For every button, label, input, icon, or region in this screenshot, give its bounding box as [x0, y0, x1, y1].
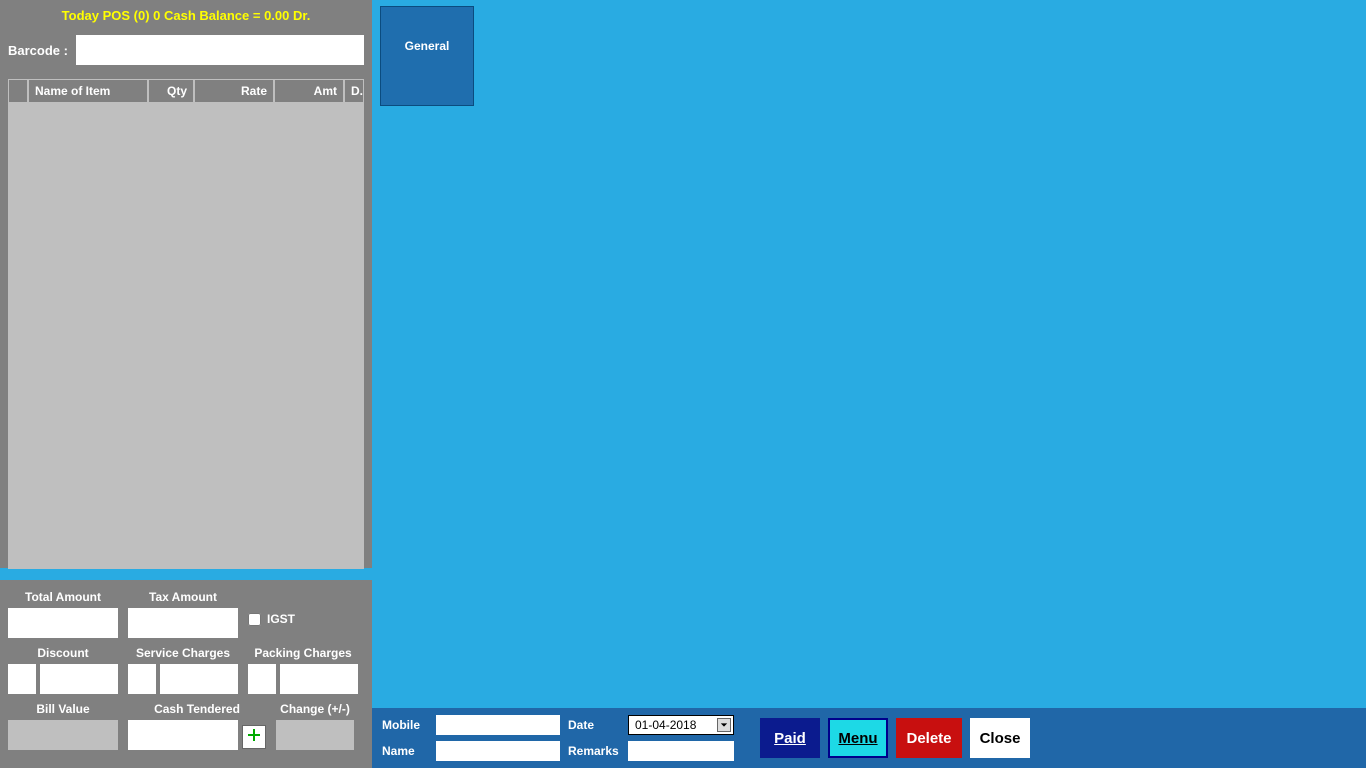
mobile-label: Mobile [382, 718, 430, 732]
cash-tendered-input[interactable] [128, 720, 238, 750]
items-table-body[interactable] [8, 103, 364, 569]
discount-pct-input[interactable] [8, 664, 36, 694]
mobile-input[interactable] [436, 715, 560, 735]
customer-form-1: Mobile Name [382, 715, 560, 761]
barcode-label: Barcode : [8, 43, 68, 58]
barcode-input[interactable] [76, 35, 364, 65]
igst-checkbox[interactable] [248, 613, 261, 626]
customer-form-2: Date 01-04-2018 Remarks [568, 715, 734, 761]
totals-panel: Total Amount Tax Amount IGST Discount Se… [0, 580, 372, 768]
service-charges-label: Service Charges [136, 646, 230, 660]
change-label: Change (+/-) [280, 702, 350, 716]
tax-amount-input[interactable] [128, 608, 238, 638]
discount-label: Discount [37, 646, 88, 660]
category-label: General [405, 39, 450, 53]
date-dropdown[interactable]: 01-04-2018 [628, 715, 734, 735]
add-payment-button[interactable] [242, 725, 266, 749]
bill-value-input [8, 720, 118, 750]
packing-charges-label: Packing Charges [254, 646, 351, 660]
left-panel: Today POS (0) 0 Cash Balance = 0.00 Dr. … [0, 0, 372, 568]
paid-button[interactable]: Paid [760, 718, 820, 758]
close-button[interactable]: Close [970, 718, 1030, 758]
name-input[interactable] [436, 741, 560, 761]
status-line: Today POS (0) 0 Cash Balance = 0.00 Dr. [0, 0, 372, 31]
total-amount-label: Total Amount [25, 590, 101, 604]
delete-button[interactable]: Delete [896, 718, 962, 758]
date-value: 01-04-2018 [635, 718, 696, 732]
col-dd: D.. [344, 79, 364, 103]
col-qty: Qty [148, 79, 194, 103]
packing-pct-input[interactable] [248, 664, 276, 694]
items-table-header: Name of Item Qty Rate Amt D.. [8, 79, 364, 103]
barcode-row: Barcode : [0, 31, 372, 73]
total-amount-input[interactable] [8, 608, 118, 638]
cash-tendered-label: Cash Tendered [154, 702, 240, 716]
bill-value-label: Bill Value [36, 702, 89, 716]
col-checkbox [8, 79, 28, 103]
change-input [276, 720, 354, 750]
col-name: Name of Item [28, 79, 148, 103]
col-rate: Rate [194, 79, 274, 103]
plus-icon [246, 727, 262, 748]
col-amt: Amt [274, 79, 344, 103]
tax-amount-label: Tax Amount [149, 590, 217, 604]
bottom-bar: Mobile Name Date 01-04-2018 Remarks Paid… [372, 708, 1366, 768]
remarks-input[interactable] [628, 741, 734, 761]
service-pct-input[interactable] [128, 664, 156, 694]
discount-val-input[interactable] [40, 664, 118, 694]
packing-val-input[interactable] [280, 664, 358, 694]
category-tile-general[interactable]: General [380, 6, 474, 106]
items-table: Name of Item Qty Rate Amt D.. [8, 79, 364, 569]
name-label: Name [382, 744, 430, 758]
chevron-down-icon [717, 718, 731, 732]
igst-label: IGST [267, 612, 295, 626]
date-label: Date [568, 718, 622, 732]
service-val-input[interactable] [160, 664, 238, 694]
remarks-label: Remarks [568, 744, 622, 758]
menu-button[interactable]: Menu [828, 718, 888, 758]
